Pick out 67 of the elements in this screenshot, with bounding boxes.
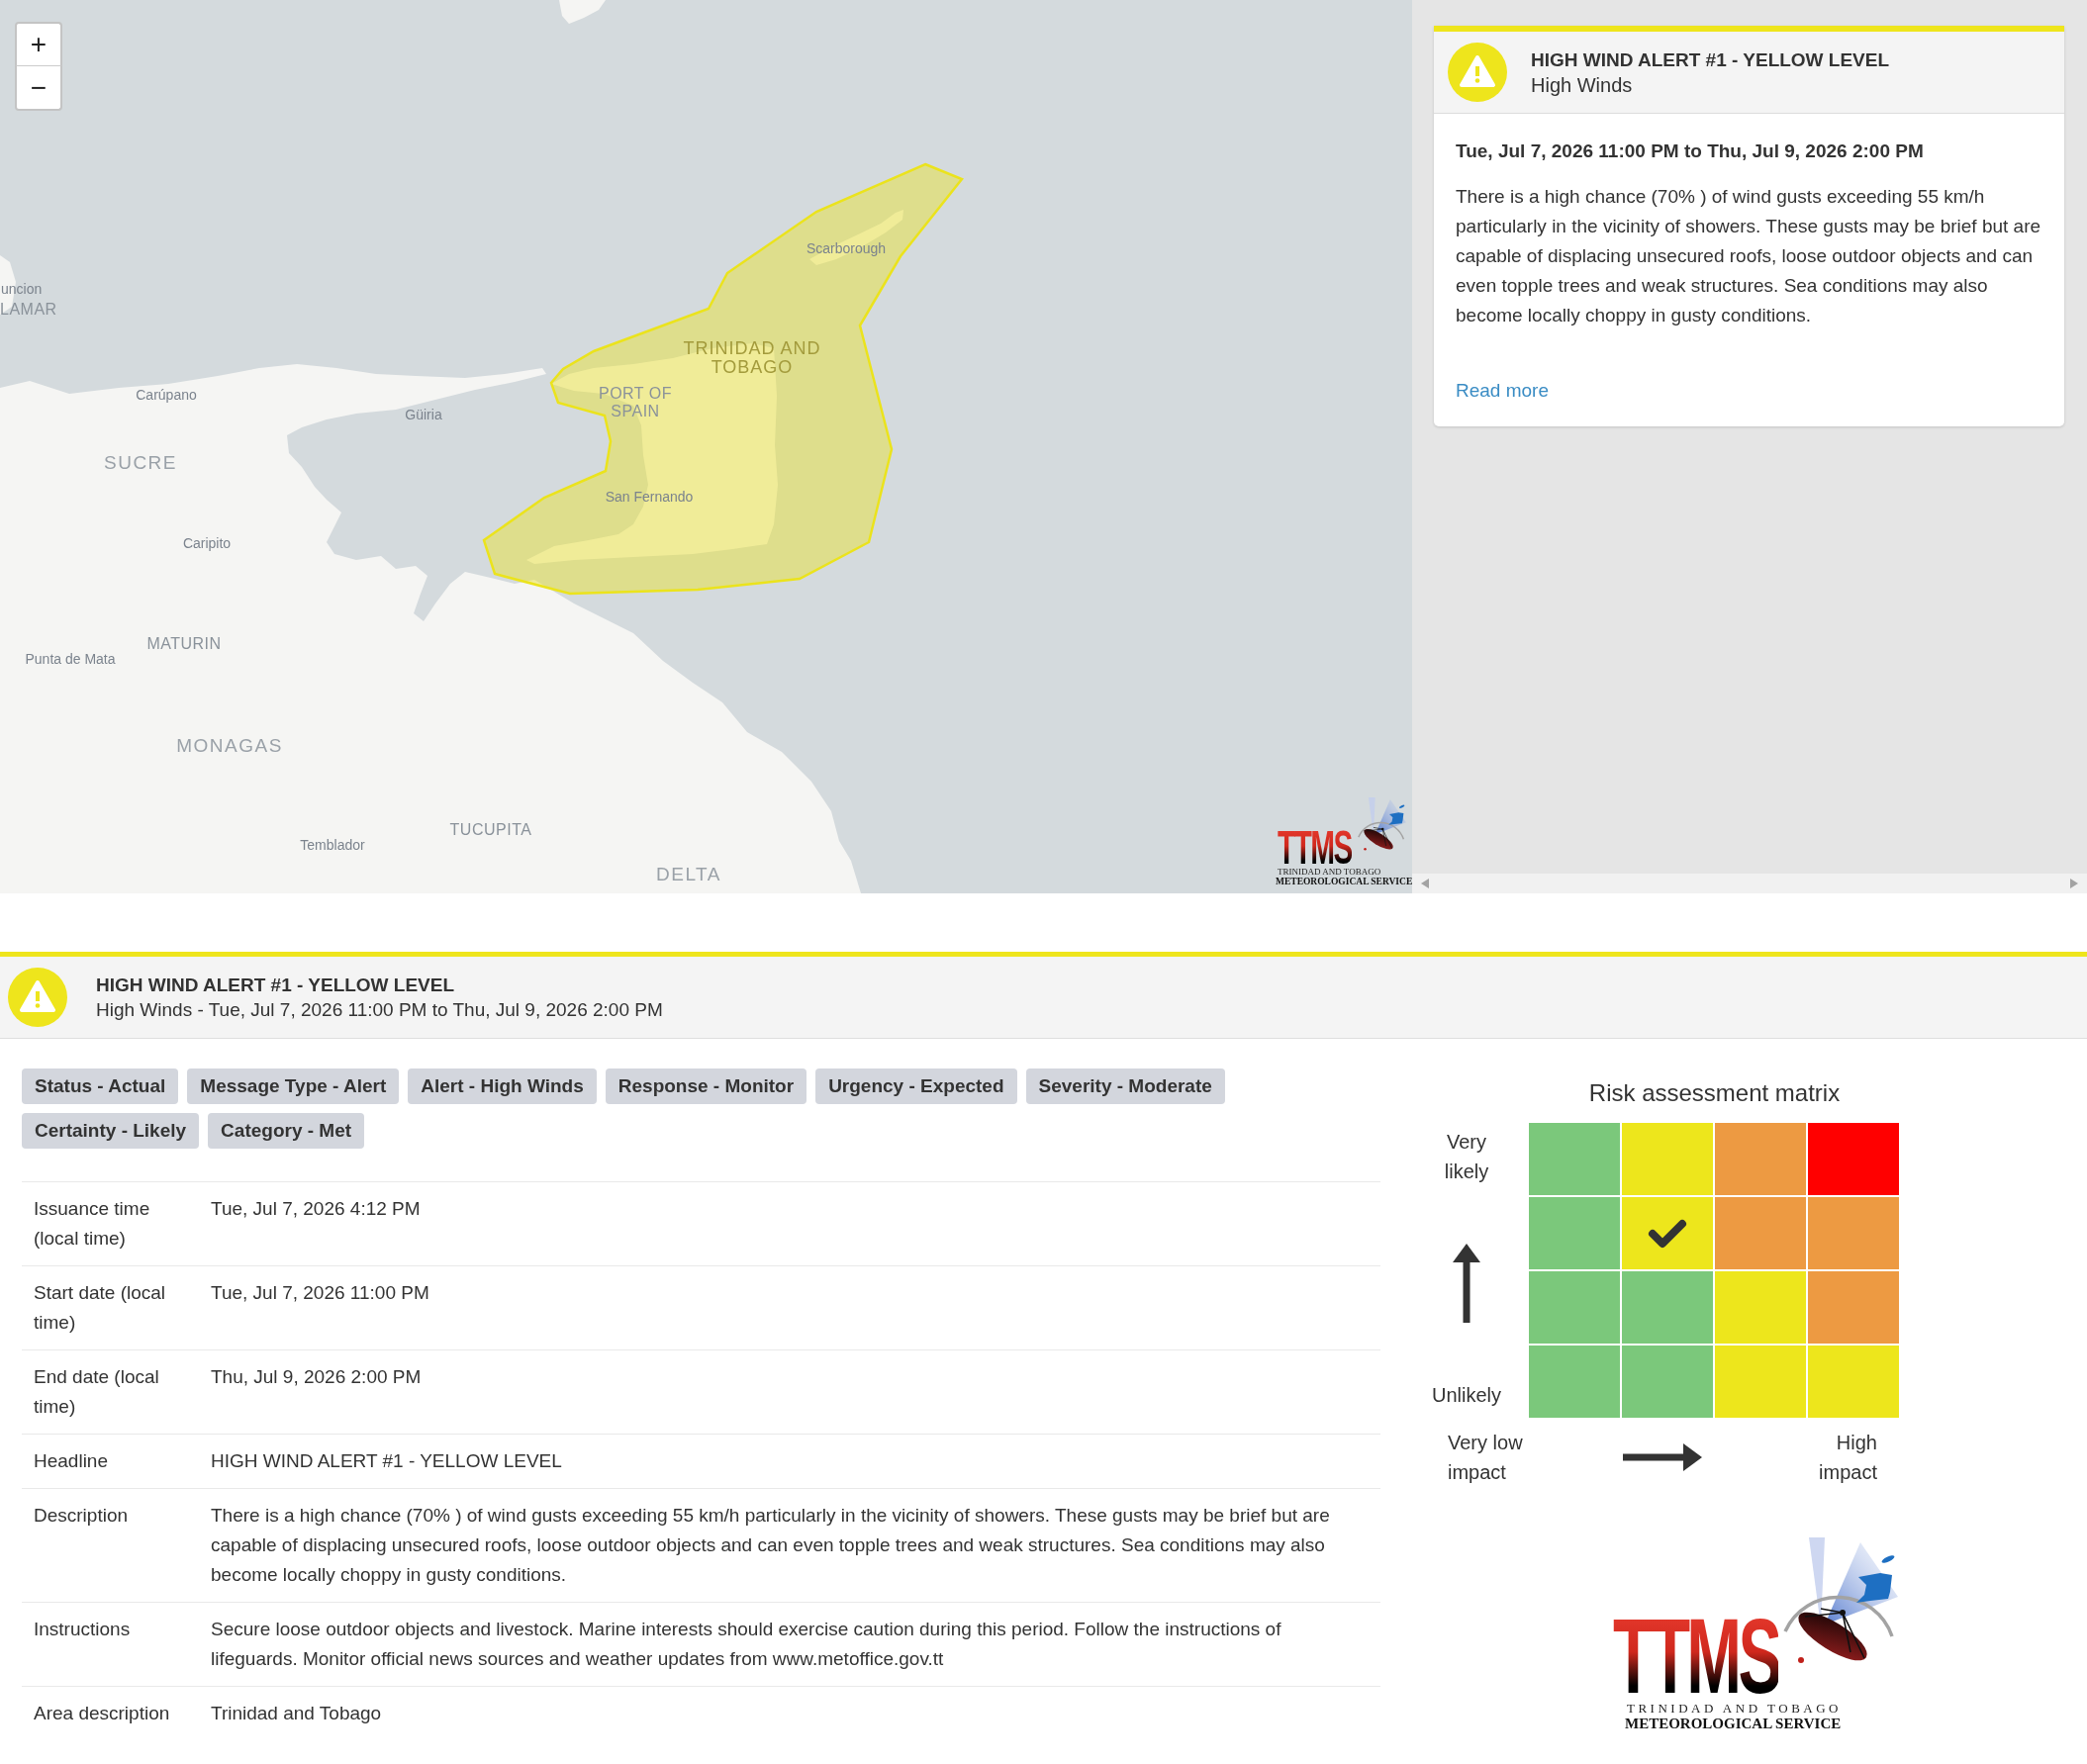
logo-tagline: TRINIDAD AND TOBAGO [1627, 1701, 1842, 1716]
info-tag: Severity - Moderate [1025, 1068, 1225, 1104]
right-arrow-icon [1623, 1443, 1702, 1471]
info-tag: Response - Monitor [605, 1068, 807, 1104]
impact-label: Very low impact [1448, 1431, 1524, 1485]
map-label: Güiria [405, 408, 442, 423]
up-arrow-icon [1453, 1244, 1480, 1323]
read-more-link[interactable]: Read more [1456, 376, 1549, 406]
detail-value: Tue, Jul 7, 2026 4:12 PM [210, 1197, 422, 1221]
warning-icon [8, 968, 67, 1027]
map-label: uncion [1, 282, 43, 298]
detail-value: Thu, Jul 9, 2026 2:00 PM [210, 1365, 423, 1389]
horizontal-scrollbar[interactable] [1412, 874, 2087, 893]
detail-label: End date (local time) [33, 1365, 160, 1419]
alert-subtitle: High Winds [1531, 72, 1634, 98]
zoom-in-button[interactable]: + [15, 22, 62, 66]
map-label: Temblador [300, 838, 365, 854]
alert-area-polygon[interactable] [482, 162, 964, 596]
detail-value: HIGH WIND ALERT #1 - YELLOW LEVEL [210, 1449, 563, 1473]
satellite-dish-icon [1357, 797, 1406, 854]
warning-icon [1448, 43, 1507, 102]
island-shape [559, 0, 606, 24]
map-label: SUCRE [104, 452, 177, 474]
logo-tagline: METEOROLOGICAL SERVICE [1276, 877, 1412, 887]
map-label: San Fernando [605, 490, 694, 506]
detail-label: Start date (local time) [33, 1281, 167, 1335]
info-tag: Urgency - Expected [815, 1068, 1017, 1104]
info-tag: Message Type - Alert [187, 1068, 400, 1104]
matrix-title: Risk assessment matrix [1587, 1078, 1842, 1108]
logo-tagline: METEOROLOGICAL SERVICE [1625, 1716, 1842, 1732]
map-label: LAMAR [0, 301, 57, 319]
logo-tagline: TRINIDAD AND TOBAGO [1278, 867, 1381, 877]
alert-subtitle: High Winds - Tue, Jul 7, 2026 11:00 PM to Thu, Jul 9, 2026 2:00 PM [96, 998, 663, 1022]
info-tag: Category - Met [208, 1113, 365, 1149]
scroll-left-icon[interactable] [1421, 879, 1429, 888]
detail-value: There is a high chance (70% ) of wind gusts exceeding 55 km/h particularly in the vicinity of showers. These gusts may be brief but are capable of displacing unsecured roofs, loose outdoor objects and can even topple trees and weak structures. Sea conditions may also become locally choppy in gusty conditions. [210, 1504, 1331, 1587]
alert-description: There is a high chance (70% ) of wind gusts exceeding 55 km/h particularly in the vicinity of showers. These gusts may be brief but are capable of displacing unsecured roofs, loose outdoor objects and can even topple trees and weak structures. Sea conditions may also become locally choppy in gusty conditions. [1456, 185, 2042, 327]
map-label: Punta de Mata [25, 652, 116, 668]
impact-label: High impact [1818, 1431, 1877, 1485]
scroll-right-icon[interactable] [2070, 879, 2078, 888]
map-label: TUCUPITA [449, 821, 532, 839]
info-tag: Alert - High Winds [408, 1068, 597, 1104]
info-tag: Status - Actual [22, 1068, 179, 1104]
map-label: MATURIN [146, 635, 222, 653]
detail-label: Headline [33, 1449, 109, 1473]
detail-value: Tue, Jul 7, 2026 11:00 PM [210, 1281, 430, 1305]
detail-value: Secure loose outdoor objects and livestock. Marine interests should exercise caution during this period. Follow the instructions of lifeguards. Monitor official news sources and weather updates from www.metoffice.gov.tt [210, 1618, 1282, 1671]
map-label: Carúpano [136, 388, 197, 404]
zoom-out-button[interactable]: − [15, 66, 62, 111]
alert-title: HIGH WIND ALERT #1 - YELLOW LEVEL [1531, 47, 1890, 72]
likelihood-label: Unlikely [1431, 1383, 1502, 1408]
map-label: TRINIDAD AND TOBAGO [682, 339, 822, 377]
detail-label: Instructions [33, 1618, 132, 1641]
info-tag: Certainty - Likely [22, 1113, 200, 1149]
detail-label: Area description [33, 1702, 171, 1725]
detail-label: Issuance time (local time) [33, 1197, 151, 1251]
map-label: Caripito [182, 536, 232, 552]
map-label: MONAGAS [176, 735, 283, 757]
map-label: Scarborough [806, 241, 887, 257]
likelihood-label: Very likely [1443, 1130, 1490, 1184]
alert-period: Tue, Jul 7, 2026 11:00 PM to Thu, Jul 9, 2026 2:00 PM [1456, 139, 1925, 163]
detail-label: Description [33, 1504, 130, 1528]
detail-value: Trinidad and Tobago [210, 1702, 383, 1725]
map-label: PORT OF SPAIN [598, 385, 673, 420]
map-label: DELTA [656, 864, 721, 885]
alert-title: HIGH WIND ALERT #1 - YELLOW LEVEL [96, 974, 456, 997]
check-icon [1648, 1218, 1687, 1249]
